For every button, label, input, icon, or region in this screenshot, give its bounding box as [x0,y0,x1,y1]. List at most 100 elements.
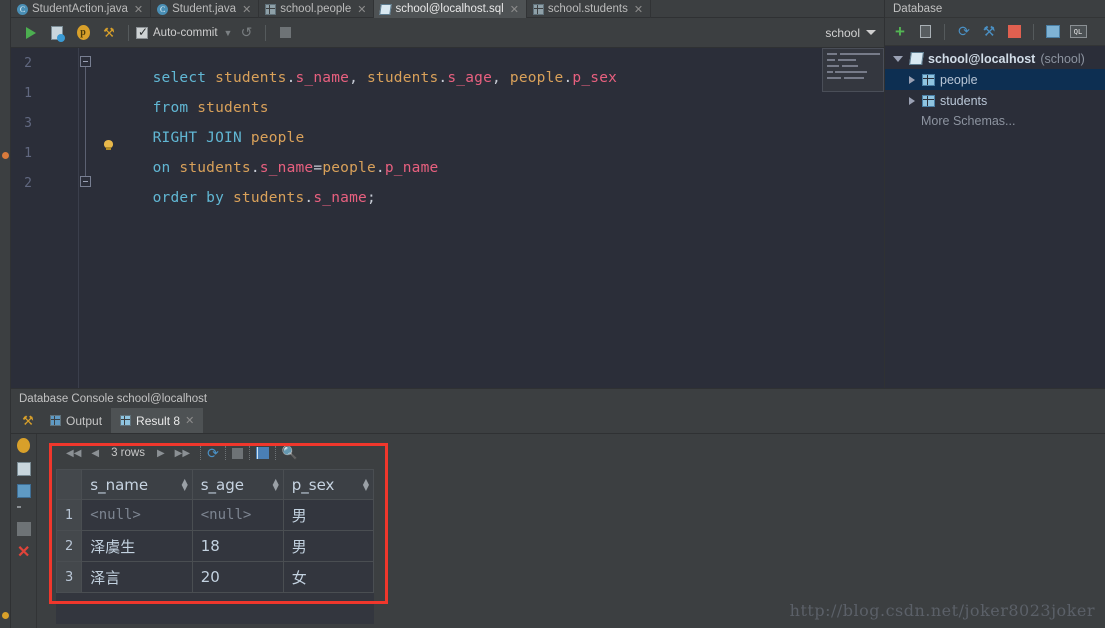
result-grid[interactable]: s_name ▲ ▼ s_age ▲ ▼ p_sex ▲ ▼ 1 <null> … [55,469,375,593]
stop-button[interactable] [1003,21,1025,43]
run-script-icon [51,25,65,42]
stop-icon [279,27,291,38]
code-line-5: order by students.s_name; [152,190,376,206]
rail-page-icon[interactable] [17,462,31,476]
close-icon[interactable]: ✕ [185,414,194,427]
open-table-button[interactable] [1042,21,1064,43]
sql-file-icon [379,3,393,15]
sql-editor[interactable]: 2 1 3 1 2 select students.s_name, studen… [11,48,884,388]
settings-button[interactable]: ⚒ [97,21,121,45]
gutter-line-number: 1 [24,146,32,161]
column-header-s-age[interactable]: s_age ▲ ▼ [191,469,284,500]
cell-p-sex[interactable]: 男 [282,499,375,531]
stop-button[interactable] [273,21,297,45]
close-icon[interactable]: ✕ [510,3,519,16]
column-header-p-sex[interactable]: p_sex ▲ ▼ [282,469,375,500]
refresh-icon[interactable]: ⟳ [207,446,219,460]
editor-tab-school-localhost-sql[interactable]: school@localhost.sql ✕ [374,0,527,18]
autocommit-toggle[interactable]: Auto-commit ▼ [136,25,233,39]
cell-s-name[interactable]: <null> [81,499,193,531]
datasource-icon [909,52,924,65]
schema-selector-label: school [825,25,860,40]
chevron-right-icon[interactable] [909,96,915,105]
last-page-button[interactable]: ▶▶ [171,448,194,459]
cell-s-name[interactable]: 泽虞生 [81,530,193,562]
database-tree: school@localhost (school) people student… [885,46,1105,388]
cell-s-age[interactable]: <null> [191,499,284,531]
code-minimap[interactable] [822,48,884,92]
fold-region-end-icon[interactable] [80,176,91,187]
refresh-icon: ⟳ [958,23,970,39]
first-page-button[interactable]: ◀◀ [62,448,85,459]
sort-indicator-icon[interactable]: ▲ ▼ [273,478,279,492]
breakpoint-dot-icon [2,152,9,159]
chevron-right-icon[interactable] [909,75,915,84]
java-class-icon: C [157,3,169,15]
editor-tab-studentaction[interactable]: C StudentAction.java ✕ [11,0,152,18]
run-script-button[interactable] [45,21,69,45]
left-tool-rail: 7: Structure 2: Favorites [0,0,11,628]
tree-node-datasource[interactable]: school@localhost (school) [885,48,1105,69]
result-table-icon [120,415,132,426]
open-console-button[interactable]: QL [1067,21,1089,43]
editor-toolbar: p ⚒ Auto-commit ▼ ↺ school [11,18,884,48]
output-icon [50,415,61,426]
synchronize-button[interactable]: ⟳ [953,21,975,43]
cell-s-age[interactable]: 20 [191,561,284,593]
table-row[interactable]: 2 泽虞生 18 男 [55,530,375,562]
export-data-icon[interactable] [255,447,269,459]
close-icon[interactable]: ✕ [134,3,143,16]
console-tab-label: Result 8 [136,413,181,428]
column-header-s-name[interactable]: s_name ▲ ▼ [81,469,193,500]
cell-p-sex[interactable]: 男 [282,530,375,562]
cell-s-name[interactable]: 泽言 [81,561,193,593]
rollback-button[interactable]: ↺ [234,21,258,45]
editor-tab-student[interactable]: C Student.java ✕ [151,0,260,18]
gutter-line-number: 1 [24,86,32,101]
rail-close-icon[interactable]: ✕ [17,545,31,561]
datasource-properties-button[interactable]: ⚒ [978,21,1000,43]
schema-selector[interactable]: school [825,26,876,40]
prev-page-button[interactable]: ◀ [87,448,103,459]
add-datasource-button[interactable]: + [889,21,911,43]
column-header-label: s_name [90,475,149,494]
chevron-down-icon[interactable]: ▼ [224,28,233,38]
editor-tab-school-students[interactable]: school.students ✕ [527,0,652,18]
favorites-star-icon [2,612,9,619]
more-schemas-link[interactable]: More Schemas... [885,111,1105,132]
tree-node-students[interactable]: students [885,90,1105,111]
rail-grid-icon[interactable] [17,484,31,498]
close-icon[interactable]: ✕ [357,3,366,16]
intention-bulb-icon[interactable] [104,140,113,151]
search-icon[interactable]: 🔍 [282,445,298,461]
editor-tab-school-people[interactable]: school.people ✕ [259,0,375,18]
tree-node-people[interactable]: people [885,69,1105,90]
rail-parameters-icon[interactable] [17,438,30,453]
table-row[interactable]: 1 <null> <null> 男 [55,499,375,531]
sort-indicator-icon[interactable]: ▲ ▼ [363,478,369,492]
rail-stop-icon[interactable] [17,522,31,536]
cell-s-age[interactable]: 18 [191,530,284,562]
parameters-button[interactable]: p [71,21,95,45]
next-page-button[interactable]: ▶ [153,448,169,459]
chevron-down-icon[interactable] [893,55,903,62]
table-row[interactable]: 3 泽言 20 女 [55,561,375,593]
fold-region-start-icon[interactable] [80,56,91,67]
rail-wrench-icon[interactable] [17,420,31,434]
editor-tab-label: Student.java [172,3,237,15]
stop-icon[interactable] [231,447,243,459]
table-icon [922,73,935,86]
row-number: 1 [55,499,83,531]
console-tab-result-8[interactable]: Result 8 ✕ [111,408,204,433]
sort-indicator-icon[interactable]: ▲ ▼ [182,478,188,492]
console-tab-output[interactable]: Output [41,408,111,433]
console-tab-bar: ⚒ Output Result 8 ✕ [11,408,1105,434]
cell-p-sex[interactable]: 女 [282,561,375,593]
close-icon[interactable]: ✕ [242,3,251,16]
database-tool-window: Database + ⟳ ⚒ QL school@localhost (scho… [884,0,1105,388]
close-icon[interactable]: ✕ [634,3,643,16]
duplicate-button[interactable] [914,21,936,43]
gutter-line-number: 2 [24,176,32,191]
run-button[interactable] [19,21,43,45]
tree-node-label: students [940,93,988,108]
